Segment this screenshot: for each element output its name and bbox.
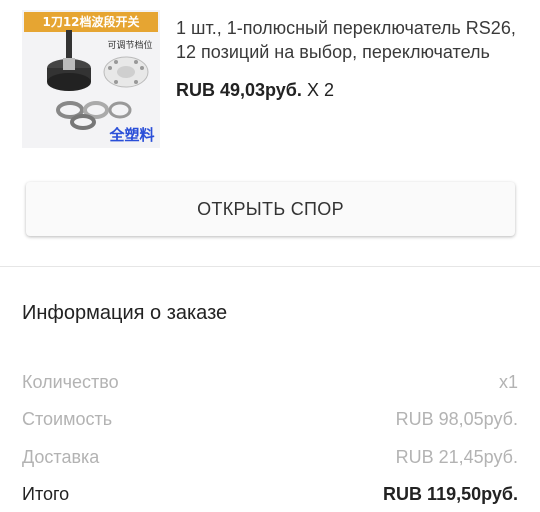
product-image[interactable]: 1刀12档波段开关 可调节档位 全塑料 [22, 10, 160, 148]
row-value: RUB 98,05руб. [395, 409, 518, 429]
product-quantity: X 2 [306, 80, 334, 100]
row-label: Количество [22, 372, 119, 392]
row-value: RUB 21,45руб. [395, 447, 518, 467]
product-price: RUB 49,03руб. [176, 80, 302, 100]
order-row-quantity: Количество x1 [22, 372, 518, 394]
product-title[interactable]: 1 шт., 1-полюсный переключатель RS26, 12… [176, 16, 522, 64]
row-label: Итого [22, 484, 70, 504]
row-label: Доставка [22, 447, 100, 467]
order-product-item[interactable]: 1刀12档波段开关 可调节档位 全塑料 1 шт., 1-полюсный пе… [22, 10, 540, 150]
row-value: RUB 119,50руб. [383, 484, 518, 504]
row-label: Стоимость [22, 409, 113, 429]
order-row-total: Итого RUB 119,50руб. [22, 484, 518, 506]
section-divider [0, 266, 540, 267]
order-row-cost: Стоимость RUB 98,05руб. [22, 409, 518, 431]
row-value: x1 [498, 372, 518, 392]
order-row-shipping: Доставка RUB 21,45руб. [22, 447, 518, 469]
image-bottom-text: 全塑料 [108, 126, 154, 144]
open-dispute-button[interactable]: ОТКРЫТЬ СПОР [26, 182, 515, 236]
order-info-title: Информация о заказе [22, 302, 228, 324]
image-banner-text: 1刀12档波段开关 [42, 14, 139, 29]
product-price-line: RUB 49,03руб. X 2 [176, 80, 334, 101]
image-sub-text: 可调节档位 [107, 39, 152, 51]
